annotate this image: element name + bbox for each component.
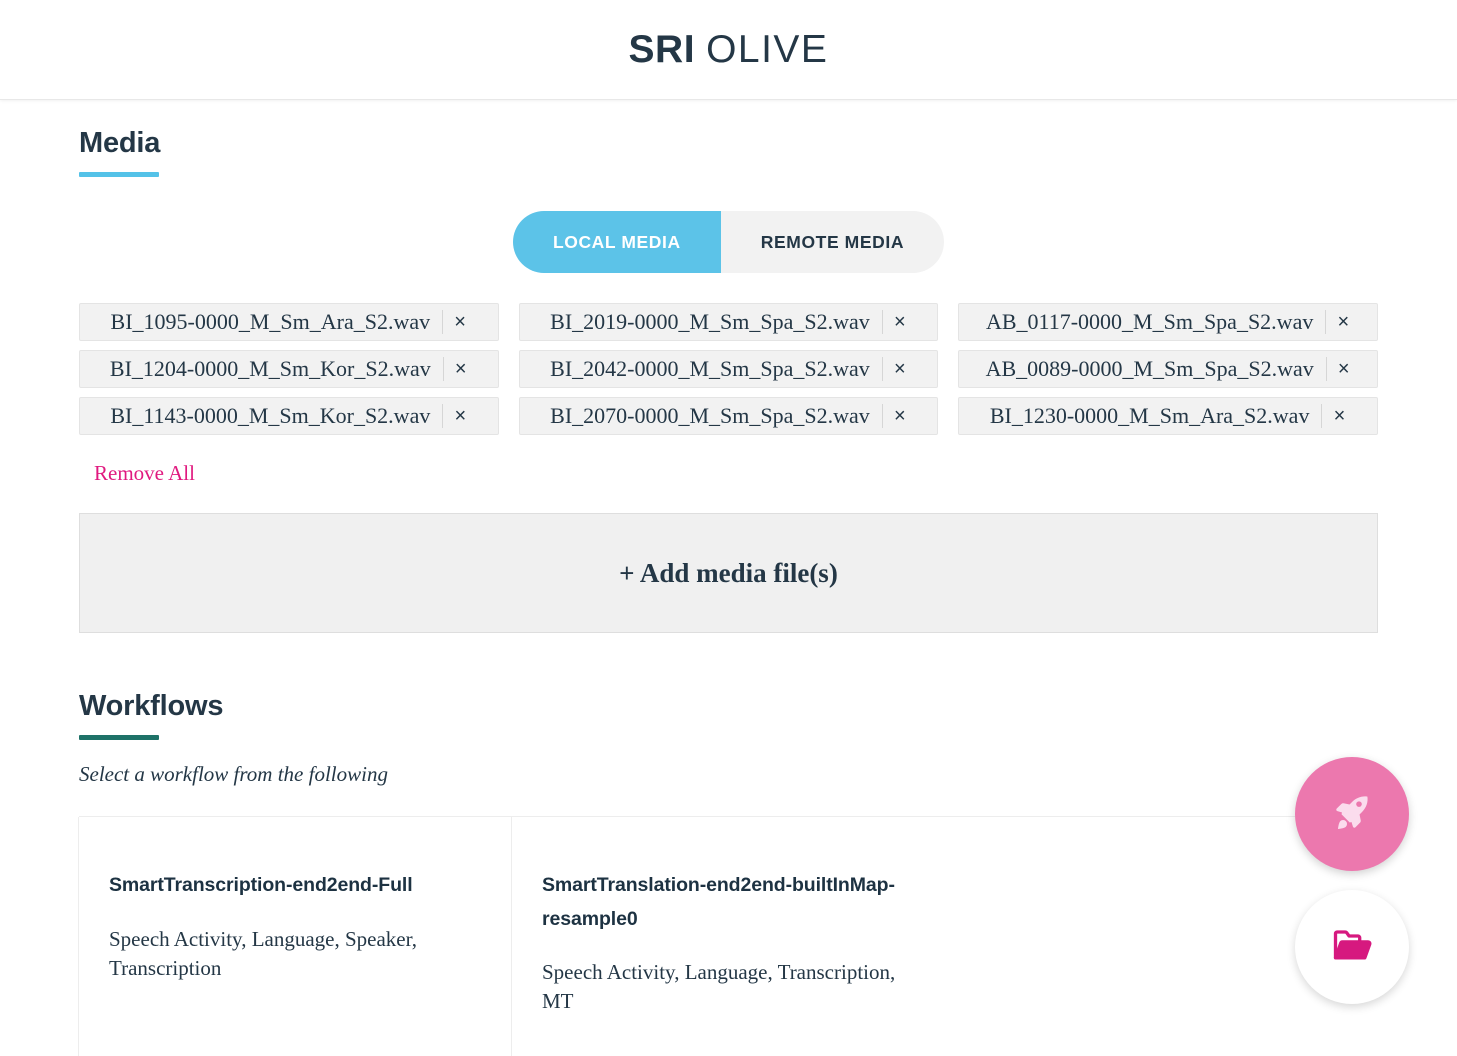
close-icon[interactable]: × xyxy=(883,351,917,387)
open-files-fab[interactable] xyxy=(1295,890,1409,1004)
media-file-name: AB_0089-0000_M_Sm_Spa_S2.wav xyxy=(985,356,1314,381)
workflow-card-title: SmartTranscription-end2end-Full xyxy=(109,874,413,896)
media-file-name: BI_2042-0000_M_Sm_Spa_S2.wav xyxy=(550,356,870,381)
close-icon[interactable]: × xyxy=(883,304,917,340)
workflows-section-underline xyxy=(79,735,159,740)
media-file-list: BI_1095-0000_M_Sm_Ara_S2.wav × BI_2019-0… xyxy=(79,303,1378,435)
close-icon[interactable]: × xyxy=(444,351,478,387)
media-file-chip[interactable]: AB_0089-0000_M_Sm_Spa_S2.wav × xyxy=(958,350,1378,388)
close-icon[interactable]: × xyxy=(883,398,917,434)
media-file-chip[interactable]: BI_1204-0000_M_Sm_Kor_S2.wav × xyxy=(79,350,499,388)
media-file-chip[interactable]: BI_2042-0000_M_Sm_Spa_S2.wav × xyxy=(518,350,939,388)
rocket-icon xyxy=(1331,791,1373,838)
workflow-card-grid: SmartTranscription-end2end-Full Speech A… xyxy=(78,816,1378,1056)
local-media-tab[interactable]: LOCAL MEDIA xyxy=(512,211,721,273)
workflow-card-title: SmartTranslation-end2end-builtInMap-resa… xyxy=(542,874,895,930)
add-media-dropzone[interactable]: + Add media file(s) xyxy=(79,513,1378,633)
workflows-subtitle: Select a workflow from the following xyxy=(79,762,388,786)
media-file-name: BI_1095-0000_M_Sm_Ara_S2.wav xyxy=(110,309,431,334)
media-file-chip[interactable]: AB_0117-0000_M_Sm_Spa_S2.wav × xyxy=(958,303,1378,341)
close-icon[interactable]: × xyxy=(1322,398,1356,434)
media-file-chip[interactable]: BI_1095-0000_M_Sm_Ara_S2.wav × xyxy=(79,303,499,341)
media-file-name: BI_2070-0000_M_Sm_Spa_S2.wav xyxy=(550,403,870,428)
media-file-name: BI_1230-0000_M_Sm_Ara_S2.wav xyxy=(989,403,1310,428)
media-file-name: BI_2019-0000_M_Sm_Spa_S2.wav xyxy=(550,309,870,334)
media-section: Media LOCAL MEDIA REMOTE MEDIA BI_1095-0… xyxy=(79,100,1378,633)
workflow-card[interactable]: SmartTranscription-end2end-Full Speech A… xyxy=(78,817,512,1056)
close-icon[interactable]: × xyxy=(1327,351,1361,387)
media-file-name: AB_0117-0000_M_Sm_Spa_S2.wav xyxy=(985,309,1314,334)
media-file-chip[interactable]: BI_1230-0000_M_Sm_Ara_S2.wav × xyxy=(958,397,1378,435)
remove-all-link[interactable]: Remove All xyxy=(94,461,195,486)
logo-text-sri: SRI xyxy=(628,27,696,71)
run-workflow-fab[interactable] xyxy=(1295,757,1409,871)
close-icon[interactable]: × xyxy=(443,398,477,434)
media-file-name: BI_1204-0000_M_Sm_Kor_S2.wav xyxy=(109,356,431,381)
close-icon[interactable]: × xyxy=(1326,304,1360,340)
add-media-label: + Add media file(s) xyxy=(619,557,838,588)
workflow-card[interactable]: SmartTranslation-end2end-builtInMap-resa… xyxy=(511,817,945,1056)
media-file-name: BI_1143-0000_M_Sm_Kor_S2.wav xyxy=(110,403,431,428)
logo-text-olive: OLIVE xyxy=(706,27,829,71)
workflow-card-description: Speech Activity, Language, Speaker, Tran… xyxy=(109,926,418,980)
app-header: SRI OLIVE xyxy=(0,0,1457,100)
media-file-chip[interactable]: BI_2070-0000_M_Sm_Spa_S2.wav × xyxy=(518,397,939,435)
remote-media-tab[interactable]: REMOTE MEDIA xyxy=(720,211,945,273)
workflow-card-description: Speech Activity, Language, Transcription… xyxy=(542,960,896,1014)
close-icon[interactable]: × xyxy=(443,304,477,340)
media-source-toggle: LOCAL MEDIA REMOTE MEDIA xyxy=(79,211,1378,273)
media-section-title: Media xyxy=(79,127,161,159)
workflows-section-title: Workflows xyxy=(79,690,224,722)
app-logo: SRI OLIVE xyxy=(629,28,829,72)
workflows-section: Workflows Select a workflow from the fol… xyxy=(78,633,1378,1056)
media-file-chip[interactable]: BI_1143-0000_M_Sm_Kor_S2.wav × xyxy=(79,397,499,435)
media-section-underline xyxy=(79,172,159,177)
media-file-chip[interactable]: BI_2019-0000_M_Sm_Spa_S2.wav × xyxy=(518,303,939,341)
folder-open-icon xyxy=(1330,923,1374,972)
page-content: Media LOCAL MEDIA REMOTE MEDIA BI_1095-0… xyxy=(0,100,1457,1056)
